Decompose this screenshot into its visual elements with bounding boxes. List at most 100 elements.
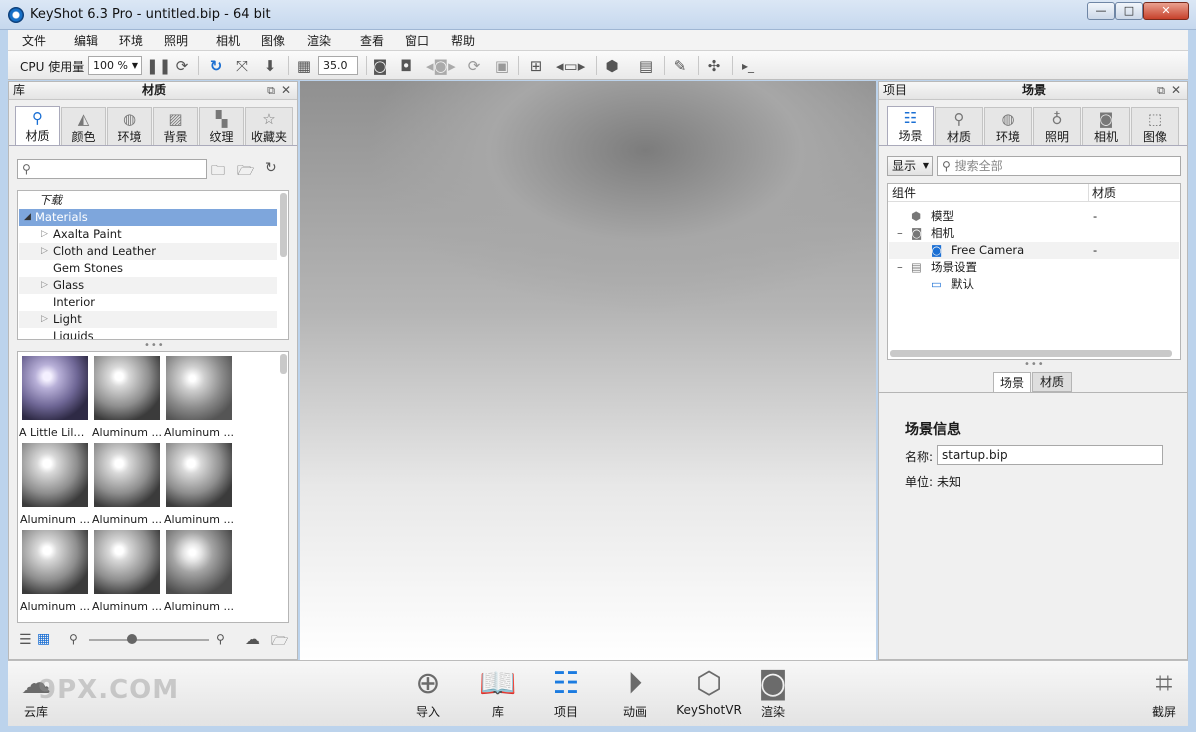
close-icon[interactable]: ✕	[281, 82, 291, 99]
list-view-icon[interactable]: ☰	[19, 632, 32, 648]
material-thumbnail[interactable]	[22, 356, 88, 420]
slider-handle[interactable]	[127, 634, 137, 644]
render-viewport[interactable]	[300, 81, 876, 660]
material-thumbnail[interactable]	[22, 443, 88, 507]
tab-camera[interactable]: ◙ 相机	[1082, 107, 1130, 145]
upload-cloud-icon[interactable]: ☁	[245, 630, 260, 648]
material-thumbnail[interactable]	[166, 530, 232, 594]
camera-lock-icon[interactable]: ▣	[492, 56, 512, 76]
save-screenshot-icon[interactable]: ◘	[396, 56, 416, 76]
pause-icon[interactable]: ❚❚	[146, 56, 171, 76]
project-button[interactable]: ☷ 项目	[534, 665, 598, 720]
add-folder-icon[interactable]: 🗀	[211, 160, 225, 184]
grid-scrollbar[interactable]	[280, 354, 287, 374]
add-camera-icon[interactable]: ⊞	[526, 56, 546, 76]
material-paint-icon[interactable]: ✎	[670, 56, 690, 76]
menu-render[interactable]: 渲染	[307, 32, 331, 49]
script-console-icon[interactable]: ▸_	[738, 56, 758, 76]
splitter-handle[interactable]: •••	[1024, 359, 1045, 370]
camera-prev-icon[interactable]: ◂◙▸	[426, 56, 456, 76]
tab-environments[interactable]: ◍ 环境	[107, 107, 152, 145]
fov-input[interactable]: 35.0	[318, 56, 358, 75]
scene-item-default[interactable]: ▭ 默认	[889, 276, 1179, 293]
tree-item-liquids[interactable]: Liquids	[19, 328, 277, 339]
tab-textures[interactable]: ▚ 纹理	[199, 107, 244, 145]
zoom-out-icon[interactable]: ⚲	[69, 632, 78, 646]
import-folder-icon[interactable]: 🗁	[271, 630, 288, 654]
menu-edit[interactable]: 编辑	[74, 32, 98, 49]
tab-material[interactable]: ⚲ 材质	[935, 107, 983, 145]
menu-environment[interactable]: 环境	[119, 32, 143, 49]
menu-lighting[interactable]: 照明	[164, 32, 188, 49]
close-button[interactable]: ✕	[1143, 2, 1189, 20]
subtab-scene[interactable]: 场景	[993, 372, 1031, 393]
tree-scrollbar[interactable]	[280, 193, 287, 257]
menu-help[interactable]: 帮助	[451, 32, 475, 49]
zoom-in-icon[interactable]: ⚲	[216, 632, 225, 646]
scene-name-field[interactable]: startup.bip	[937, 445, 1163, 465]
splitter-handle[interactable]: •••	[144, 340, 165, 351]
keyshotvr-button[interactable]: ⬡ KeyShotVR	[673, 665, 745, 717]
tree-horizontal-scrollbar[interactable]	[890, 350, 1172, 357]
menu-file[interactable]: 文件	[22, 32, 46, 49]
move-tool-icon[interactable]: ✣	[704, 56, 724, 76]
menu-view[interactable]: 查看	[360, 32, 384, 49]
refresh-icon[interactable]: ↻	[265, 160, 277, 176]
material-thumbnail[interactable]	[94, 356, 160, 420]
tree-item-light[interactable]: ▷ Light	[19, 311, 277, 328]
tab-environment[interactable]: ◍ 环境	[984, 107, 1032, 145]
camera-list-icon[interactable]: ◂▭▸	[556, 56, 585, 76]
column-material[interactable]: 材质	[1092, 184, 1116, 202]
undock-icon[interactable]: ⧉	[1157, 82, 1165, 99]
drop-to-ground-icon[interactable]: ⬇	[260, 56, 280, 76]
minimize-button[interactable]: —	[1087, 2, 1115, 20]
tab-lighting[interactable]: ♁ 照明	[1033, 107, 1081, 145]
material-thumbnail[interactable]	[22, 530, 88, 594]
fit-screen-icon[interactable]: ⤧	[232, 56, 252, 76]
screenshot-icon[interactable]: ◙	[370, 56, 390, 76]
menu-camera[interactable]: 相机	[216, 32, 240, 49]
scene-item-camera[interactable]: – ◙ 相机	[889, 225, 1179, 242]
library-search-input[interactable]: ⚲	[17, 159, 207, 179]
tab-image[interactable]: ⬚ 图像	[1131, 107, 1179, 145]
tab-colors[interactable]: ◭ 颜色	[61, 107, 106, 145]
tab-scene[interactable]: ☷ 场景	[887, 106, 934, 146]
import-button[interactable]: ⊕ 导入	[396, 665, 460, 720]
tree-item-gem-stones[interactable]: Gem Stones	[19, 260, 277, 277]
tab-materials[interactable]: ⚲ 材质	[15, 106, 60, 146]
subtab-material[interactable]: 材质	[1032, 372, 1072, 392]
tree-item-download[interactable]: 下载	[19, 192, 277, 209]
material-thumbnail[interactable]	[94, 443, 160, 507]
material-thumbnail[interactable]	[94, 530, 160, 594]
animation-button[interactable]: ⏵ 动画	[603, 665, 667, 720]
material-thumbnail[interactable]	[166, 443, 232, 507]
render-button[interactable]: ◙ 渲染	[741, 665, 805, 720]
scene-item-model[interactable]: ⬢ 模型 -	[889, 208, 1179, 225]
refresh-icon[interactable]: ↻	[206, 56, 226, 76]
thumbnail-size-slider[interactable]	[89, 639, 209, 641]
tab-backgrounds[interactable]: ▨ 背景	[153, 107, 198, 145]
show-filter-dropdown[interactable]: 显示 ▼	[887, 156, 933, 176]
tree-item-axalta-paint[interactable]: ▷ Axalta Paint	[19, 226, 277, 243]
scene-item-free-camera[interactable]: ◙ Free Camera -	[889, 242, 1179, 259]
layout-icon[interactable]: ▤	[636, 56, 656, 76]
camera-reset-icon[interactable]: ⟳	[464, 56, 484, 76]
tree-item-cloth-leather[interactable]: ▷ Cloth and Leather	[19, 243, 277, 260]
material-thumbnail[interactable]	[166, 356, 232, 420]
column-component[interactable]: 组件	[892, 184, 916, 202]
tab-favorites[interactable]: ☆ 收藏夹	[245, 107, 293, 145]
menu-window[interactable]: 窗口	[405, 32, 429, 49]
close-icon[interactable]: ✕	[1171, 82, 1181, 99]
undock-icon[interactable]: ⧉	[267, 82, 275, 99]
tree-item-materials[interactable]: ◢ Materials	[19, 209, 277, 226]
maximize-button[interactable]: □	[1115, 2, 1143, 20]
tree-item-glass[interactable]: ▷ Glass	[19, 277, 277, 294]
scene-item-scene-settings[interactable]: – ▤ 场景设置	[889, 259, 1179, 276]
tree-item-interior[interactable]: Interior	[19, 294, 277, 311]
library-button[interactable]: 📖 库	[466, 665, 530, 720]
geometry-icon[interactable]: ⬢	[602, 56, 622, 76]
menu-image[interactable]: 图像	[261, 32, 285, 49]
cpu-usage-select[interactable]: 100 % ▼	[88, 56, 142, 75]
remove-folder-icon[interactable]: 🗁	[237, 160, 254, 184]
scene-search-input[interactable]: ⚲ 搜索全部	[937, 156, 1181, 176]
